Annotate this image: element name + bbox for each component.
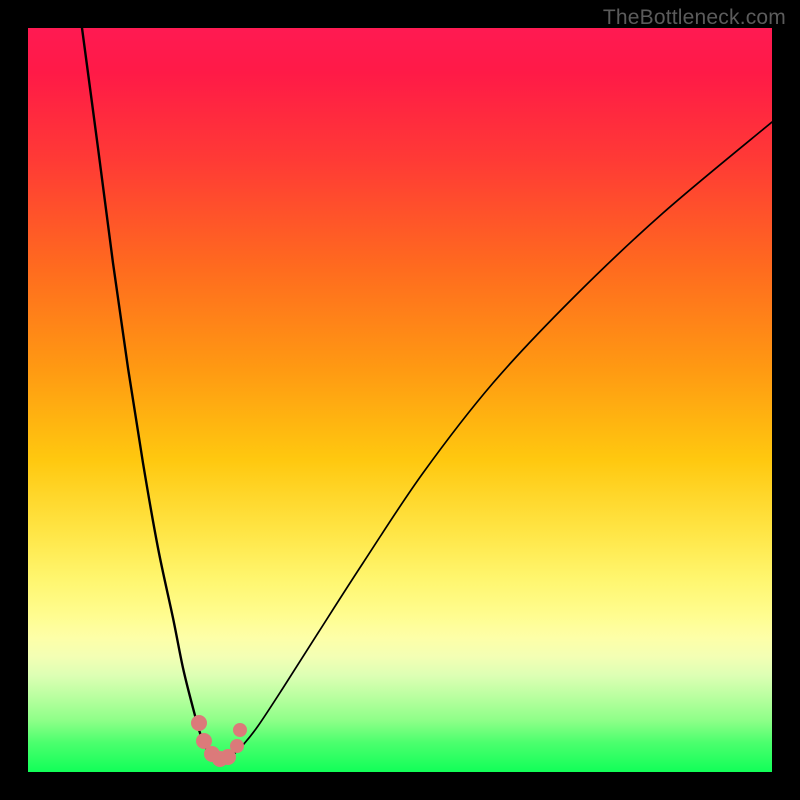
marker-left-cluster-top	[191, 715, 207, 731]
watermark-text: TheBottleneck.com	[603, 6, 786, 30]
left-branch-path	[82, 28, 210, 755]
marker-right-cluster-lower	[230, 739, 244, 753]
marker-layer	[191, 715, 247, 767]
right-branch-path	[233, 122, 772, 755]
bottleneck-curve	[82, 28, 772, 760]
plot-area	[28, 28, 772, 772]
chart-frame: TheBottleneck.com	[0, 0, 800, 800]
curve-layer	[28, 28, 772, 772]
marker-right-cluster-upper	[233, 723, 247, 737]
